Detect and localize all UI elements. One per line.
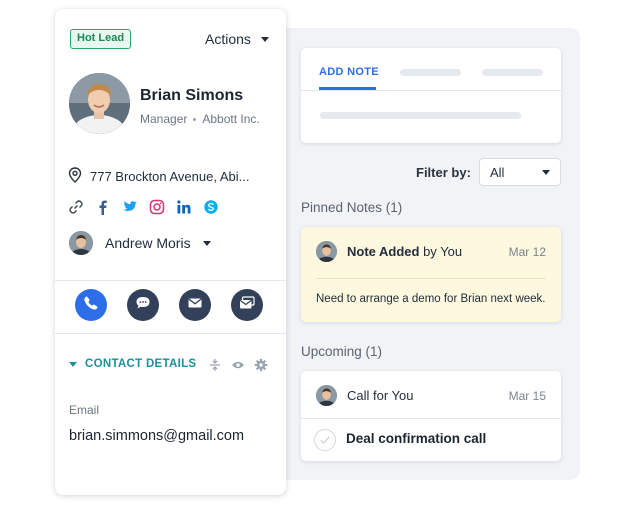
email-label: Email: [69, 403, 100, 417]
chevron-down-icon: [542, 169, 550, 175]
chevron-down-icon: [69, 361, 77, 367]
contact-title: Manager Abbott Inc.: [140, 112, 260, 126]
contact-details-tools: [208, 358, 268, 372]
social-links: [68, 199, 219, 215]
note-header: Note Added by You: [316, 241, 462, 262]
note-title: Note Added by You: [347, 244, 462, 259]
address-text: 777 Brockton Avenue, Abi...: [90, 169, 250, 184]
crm-screen: Hot Lead Actions Brian Simons Manager Ab…: [0, 0, 620, 519]
bulk-email-button[interactable]: [231, 289, 263, 321]
note-body: Need to arrange a demo for Brian next we…: [316, 293, 546, 305]
tabs-divider: [301, 90, 561, 91]
chevron-down-icon: [260, 36, 269, 42]
filter-value: All: [490, 164, 505, 180]
note-input-placeholder[interactable]: [320, 112, 521, 119]
activity-date: Mar 15: [508, 389, 546, 403]
phone-icon: [83, 295, 99, 316]
activity-header: Call for You: [316, 385, 414, 406]
task-title: Deal confirmation call: [346, 431, 487, 446]
activity-title: Call for You: [347, 388, 414, 403]
skype-icon[interactable]: [203, 199, 219, 215]
chevron-down-icon: [202, 240, 211, 246]
contact-role: Manager: [140, 112, 188, 126]
upcoming-header: Upcoming (1): [301, 344, 383, 359]
contact-company[interactable]: Abbott Inc.: [202, 112, 259, 126]
instagram-icon[interactable]: [149, 199, 165, 215]
call-button[interactable]: [75, 289, 107, 321]
complete-task-checkbox[interactable]: [314, 429, 336, 451]
filter-label: Filter by:: [416, 165, 471, 180]
link-icon[interactable]: [68, 199, 84, 215]
note-divider: [316, 278, 546, 279]
quick-actions: [75, 289, 263, 321]
mail-icon: [187, 295, 203, 316]
contact-details-title: CONTACT DETAILS: [85, 358, 197, 370]
owner-name: Andrew Moris: [105, 235, 191, 251]
note-date: Mar 12: [508, 245, 546, 259]
note-title-bold: Note Added: [347, 244, 420, 259]
notes-tabs-card: ADD NOTE: [301, 48, 561, 143]
divider: [55, 333, 286, 334]
hot-lead-badge: Hot Lead: [70, 29, 132, 49]
actions-label: Actions: [205, 31, 251, 47]
collapse-icon[interactable]: [208, 358, 222, 372]
twitter-icon[interactable]: [122, 199, 138, 215]
separator-dot: [193, 117, 197, 121]
contact-name: Brian Simons: [140, 87, 244, 104]
note-title-rest: by You: [419, 244, 463, 259]
chat-icon: [135, 295, 151, 316]
facebook-icon[interactable]: [95, 199, 111, 215]
actions-dropdown[interactable]: Actions: [205, 31, 269, 47]
pinned-notes-header: Pinned Notes (1): [301, 200, 403, 215]
note-author-avatar: [316, 241, 337, 262]
location-pin-icon: [68, 167, 82, 186]
gear-icon[interactable]: [254, 358, 268, 372]
owner-dropdown[interactable]: Andrew Moris: [69, 231, 211, 255]
tab-placeholder[interactable]: [482, 69, 543, 76]
chat-button[interactable]: [127, 289, 159, 321]
tab-add-note[interactable]: ADD NOTE: [319, 66, 379, 78]
upcoming-activity-card[interactable]: Call for You Mar 15 Deal confirmation ca…: [301, 371, 561, 461]
eye-icon[interactable]: [231, 358, 245, 372]
email-button[interactable]: [179, 289, 211, 321]
checkmark-icon: [319, 436, 331, 445]
activity-divider: [301, 418, 561, 419]
pinned-note-card[interactable]: Note Added by You Mar 12 Need to arrange…: [301, 227, 561, 322]
activity-owner-avatar: [316, 385, 337, 406]
bulk-mail-icon: [239, 295, 255, 316]
owner-avatar: [69, 231, 93, 255]
contact-card: Hot Lead Actions Brian Simons Manager Ab…: [55, 9, 286, 495]
contact-details-toggle[interactable]: CONTACT DETAILS: [69, 358, 196, 370]
contact-avatar: [69, 73, 130, 134]
filter-select[interactable]: All: [479, 158, 561, 186]
divider: [55, 280, 286, 281]
email-value[interactable]: brian.simmons@gmail.com: [69, 428, 244, 444]
tab-placeholder[interactable]: [400, 69, 461, 76]
address-row: 777 Brockton Avenue, Abi...: [68, 167, 250, 186]
linkedin-icon[interactable]: [176, 199, 192, 215]
